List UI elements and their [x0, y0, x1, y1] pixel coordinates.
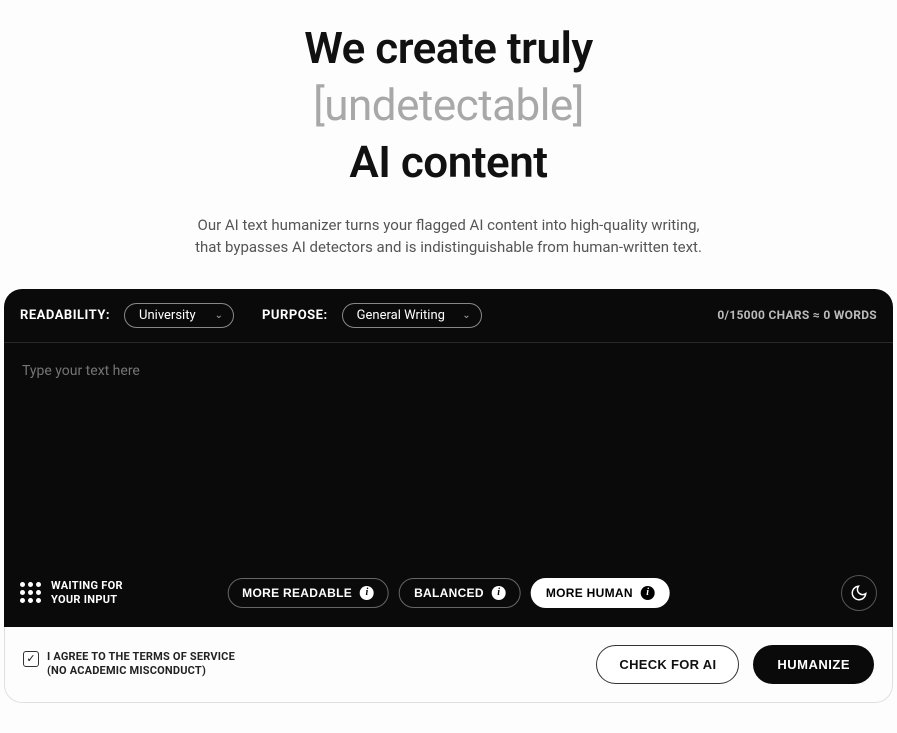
toolbar: READABILITY: University ⌄ PURPOSE: Gener…	[4, 289, 893, 343]
check-for-ai-button[interactable]: CHECK FOR AI	[596, 645, 739, 684]
readability-label: READABILITY:	[20, 308, 110, 323]
chevron-down-icon: ⌄	[462, 310, 470, 321]
tos-checkbox[interactable]: ✓	[23, 651, 39, 667]
info-icon: i	[492, 586, 506, 600]
checkmark-icon: ✓	[26, 653, 35, 664]
text-input[interactable]	[22, 363, 875, 523]
more-readable-label: MORE READABLE	[242, 586, 352, 600]
footer-bar: ✓ I AGREE TO THE TERMS OF SERVICE (NO AC…	[4, 627, 893, 703]
more-readable-button[interactable]: MORE READABLE i	[227, 578, 389, 608]
title-line-3: AI content	[40, 134, 857, 191]
text-area-container	[4, 343, 893, 563]
waiting-text: WAITING FOR YOUR INPUT	[51, 579, 123, 605]
page-title: We create truly [undetectable] AI conten…	[40, 20, 857, 192]
tos-text: I AGREE TO THE TERMS OF SERVICE (NO ACAD…	[47, 650, 235, 679]
char-count: 0/15000 CHARS ≈ 0 WORDS	[717, 308, 877, 322]
waiting-line-2: YOUR INPUT	[51, 593, 123, 606]
title-line-1: We create truly	[40, 20, 857, 77]
mode-bar: WAITING FOR YOUR INPUT MORE READABLE i B…	[4, 563, 893, 627]
theme-toggle-button[interactable]	[841, 575, 877, 611]
purpose-select[interactable]: General Writing ⌄	[342, 303, 482, 328]
more-human-label: MORE HUMAN	[546, 586, 633, 600]
tos-line-2: (NO ACADEMIC MISCONDUCT)	[47, 664, 235, 678]
purpose-label: PURPOSE:	[262, 308, 328, 323]
subtitle: Our AI text humanizer turns your flagged…	[40, 214, 857, 259]
title-highlight: [undetectable]	[40, 77, 857, 134]
readability-select[interactable]: University ⌄	[124, 303, 234, 328]
editor-panel: READABILITY: University ⌄ PURPOSE: Gener…	[4, 289, 893, 627]
purpose-value: General Writing	[357, 308, 445, 323]
moon-icon	[850, 584, 868, 602]
info-icon: i	[641, 586, 655, 600]
humanize-button[interactable]: HUMANIZE	[753, 645, 874, 684]
more-human-button[interactable]: MORE HUMAN i	[531, 578, 670, 608]
info-icon: i	[360, 586, 374, 600]
balanced-label: BALANCED	[414, 586, 484, 600]
waiting-line-1: WAITING FOR	[51, 579, 123, 592]
tos-checkbox-wrap: ✓ I AGREE TO THE TERMS OF SERVICE (NO AC…	[23, 650, 235, 679]
dots-grid-icon	[20, 582, 41, 603]
hero-section: We create truly [undetectable] AI conten…	[0, 0, 897, 289]
subtitle-line-2: that bypasses AI detectors and is indist…	[40, 236, 857, 259]
subtitle-line-1: Our AI text humanizer turns your flagged…	[40, 214, 857, 237]
readability-value: University	[139, 308, 196, 323]
waiting-indicator: WAITING FOR YOUR INPUT	[20, 579, 123, 605]
tos-line-1: I AGREE TO THE TERMS OF SERVICE	[47, 650, 235, 664]
balanced-button[interactable]: BALANCED i	[399, 578, 521, 608]
chevron-down-icon: ⌄	[215, 310, 223, 321]
